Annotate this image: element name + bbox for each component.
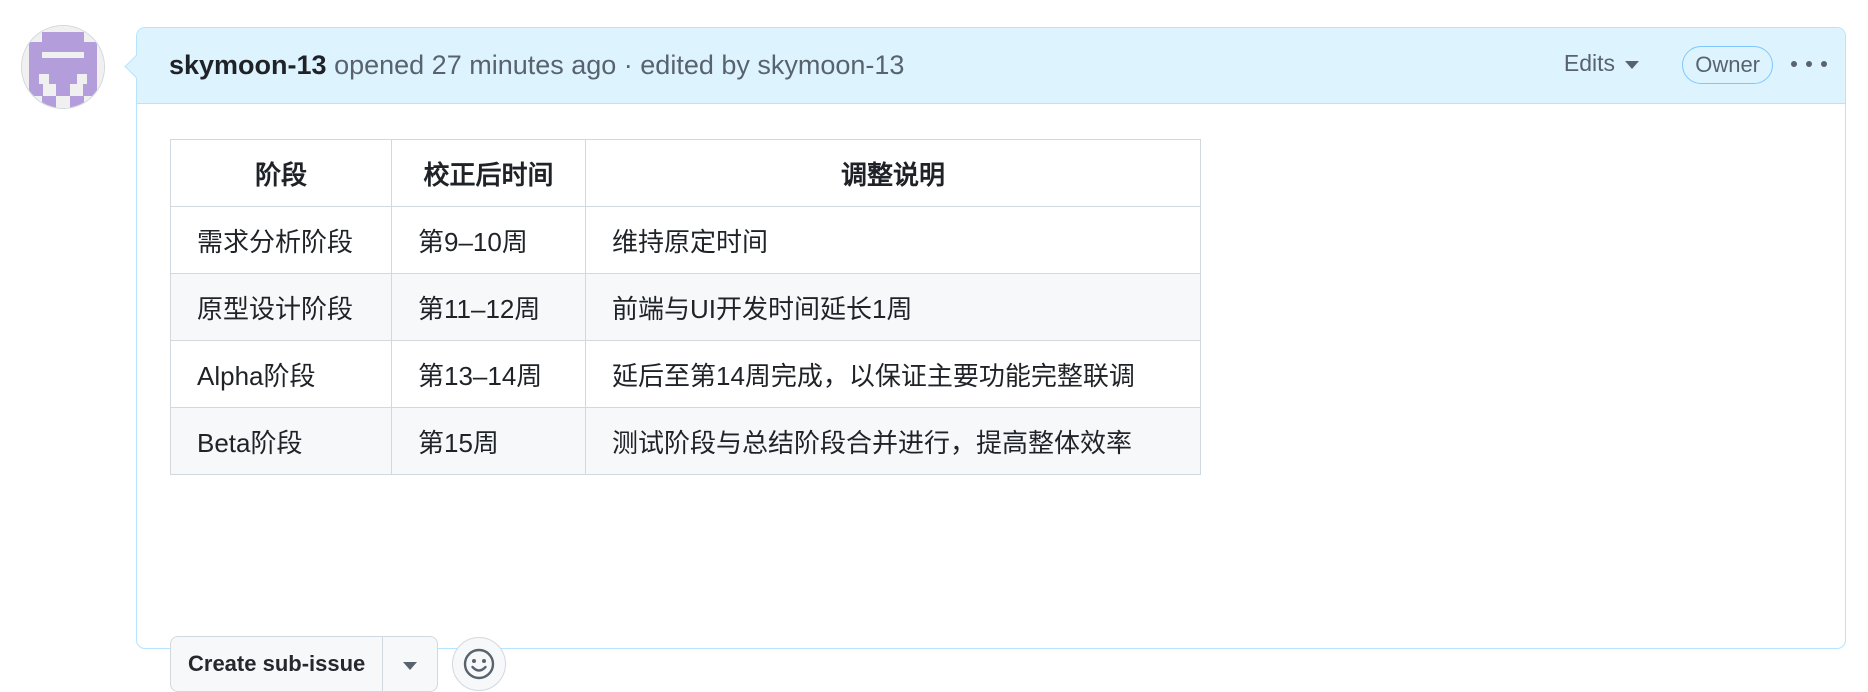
comment-meta: skymoon-13 opened 27 minutes ago · edite…: [169, 50, 904, 81]
table-cell: Beta阶段: [170, 407, 392, 475]
table-row: 原型设计阶段 第11–12周 前端与UI开发时间延长1周: [170, 273, 1201, 341]
table-header-row: 阶段 校正后时间 调整说明: [170, 139, 1201, 207]
kebab-dot: [1821, 61, 1827, 67]
table-header-cell: 阶段: [170, 139, 392, 207]
create-sub-issue-dropdown-button[interactable]: [383, 637, 437, 691]
table-cell: 第15周: [391, 407, 586, 475]
create-sub-issue-split-button: Create sub-issue: [170, 636, 439, 692]
table-cell: 延后至第14周完成，以保证主要功能完整联调: [585, 340, 1201, 408]
owner-badge: Owner: [1682, 46, 1773, 84]
create-sub-issue-button[interactable]: Create sub-issue: [171, 637, 384, 691]
table-row: Beta阶段 第15周 测试阶段与总结阶段合并进行，提高整体效率: [170, 407, 1201, 475]
identicon-icon: [22, 26, 104, 108]
table-cell: 前端与UI开发时间延长1周: [585, 273, 1201, 341]
table-cell: 维持原定时间: [585, 206, 1201, 274]
table-cell: 原型设计阶段: [170, 273, 392, 341]
add-reaction-button[interactable]: [452, 637, 507, 691]
author-link[interactable]: skymoon-13: [169, 50, 327, 80]
kebab-horizontal-icon[interactable]: [1791, 54, 1827, 74]
table-row: Alpha阶段 第13–14周 延后至第14周完成，以保证主要功能完整联调: [170, 340, 1201, 408]
triangle-down-icon: [403, 661, 418, 670]
table-cell: 第11–12周: [391, 273, 586, 341]
issue-comment: skymoon-13 opened 27 minutes ago · edite…: [136, 27, 1846, 692]
table-cell: 需求分析阶段: [170, 206, 392, 274]
kebab-dot: [1806, 61, 1812, 67]
table-cell: 第13–14周: [391, 340, 586, 408]
edits-label: Edits: [1563, 50, 1615, 76]
opened-edited-text: opened 27 minutes ago · edited by skymoo…: [334, 50, 905, 80]
comment-actions: Create sub-issue: [170, 636, 507, 692]
table-header-cell: 校正后时间: [391, 139, 586, 207]
comment-header: skymoon-13 opened 27 minutes ago · edite…: [137, 28, 1845, 104]
author-avatar[interactable]: [21, 25, 105, 109]
edits-dropdown[interactable]: Edits: [1564, 50, 1639, 77]
table-cell: 第9–10周: [391, 206, 586, 274]
table-header-cell: 调整说明: [585, 139, 1201, 207]
caret-down-icon: [1625, 61, 1639, 69]
table-row: 需求分析阶段 第9–10周 维持原定时间: [170, 206, 1201, 274]
table-cell: Alpha阶段: [170, 340, 392, 408]
kebab-dot: [1791, 61, 1797, 67]
smiley-icon: [464, 648, 495, 680]
table-cell: 测试阶段与总结阶段合并进行，提高整体效率: [585, 407, 1201, 475]
schedule-table: 阶段 校正后时间 调整说明 需求分析阶段 第9–10周 维持原定时间 原型设计阶…: [170, 139, 1201, 475]
